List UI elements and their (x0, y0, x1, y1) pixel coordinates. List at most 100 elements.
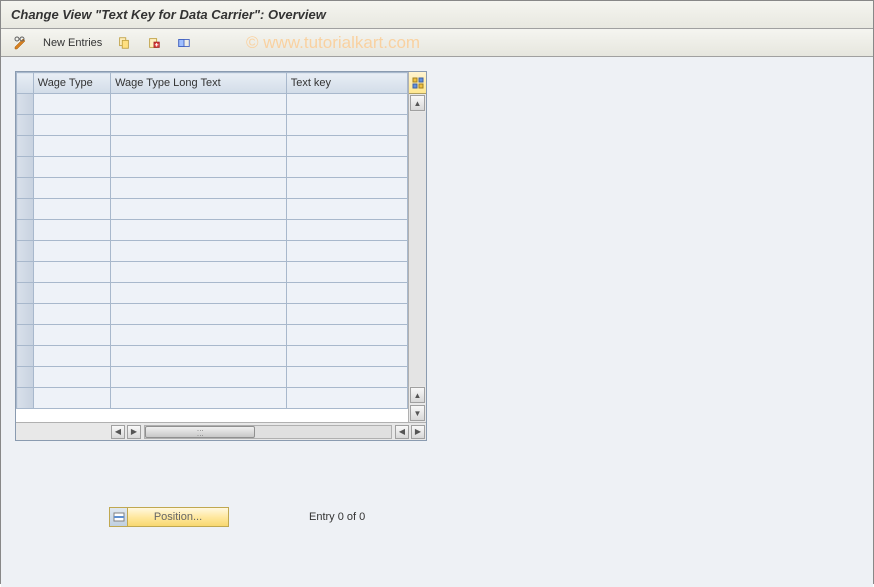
copy-icon (116, 35, 132, 51)
horizontal-scrollbar: ◀ ▶ ◀ ▶ (16, 422, 426, 440)
table-row (17, 346, 408, 367)
table-row (17, 388, 408, 409)
scroll-down-button[interactable]: ▲ (410, 387, 425, 403)
table-container: Wage Type Wage Type Long Text Text key ▲ (15, 71, 427, 441)
cell-text-key[interactable] (286, 220, 407, 241)
col-header-wage-long[interactable]: Wage Type Long Text (111, 73, 287, 94)
cell-wage-type-long[interactable] (111, 388, 287, 409)
cell-wage-type[interactable] (33, 199, 110, 220)
position-button[interactable]: Position... (109, 507, 229, 527)
cell-text-key[interactable] (286, 241, 407, 262)
cell-text-key[interactable] (286, 178, 407, 199)
cell-text-key[interactable] (286, 94, 407, 115)
cell-wage-type[interactable] (33, 367, 110, 388)
cell-text-key[interactable] (286, 262, 407, 283)
row-selector[interactable] (17, 94, 34, 115)
select-all-header[interactable] (17, 73, 34, 94)
delete-button[interactable] (142, 33, 166, 53)
scroll-up-button[interactable]: ▲ (410, 95, 425, 111)
hscroll-thumb[interactable] (145, 426, 255, 438)
cell-wage-type[interactable] (33, 136, 110, 157)
table-row (17, 283, 408, 304)
table-row (17, 367, 408, 388)
cell-wage-type[interactable] (33, 94, 110, 115)
row-selector[interactable] (17, 241, 34, 262)
row-selector[interactable] (17, 115, 34, 136)
cell-wage-type-long[interactable] (111, 325, 287, 346)
scroll-right-button[interactable]: ◀ (395, 425, 409, 439)
pencil-glasses-icon (13, 35, 29, 51)
cell-text-key[interactable] (286, 346, 407, 367)
cell-text-key[interactable] (286, 367, 407, 388)
cell-wage-type[interactable] (33, 115, 110, 136)
cell-wage-type-long[interactable] (111, 136, 287, 157)
cell-wage-type[interactable] (33, 262, 110, 283)
cell-wage-type[interactable] (33, 283, 110, 304)
delimit-icon (176, 35, 192, 51)
watermark-text: © www.tutorialkart.com (246, 33, 420, 53)
scroll-left2-button[interactable]: ▶ (127, 425, 141, 439)
row-selector[interactable] (17, 304, 34, 325)
toggle-change-button[interactable] (9, 33, 33, 53)
row-selector[interactable] (17, 325, 34, 346)
position-label: Position... (128, 511, 228, 523)
select-all-button[interactable] (172, 33, 196, 53)
cell-wage-type-long[interactable] (111, 304, 287, 325)
cell-text-key[interactable] (286, 157, 407, 178)
row-selector[interactable] (17, 346, 34, 367)
cell-wage-type[interactable] (33, 178, 110, 199)
delete-icon (146, 35, 162, 51)
footer-section: Position... Entry 0 of 0 (109, 507, 365, 527)
cell-wage-type[interactable] (33, 325, 110, 346)
cell-wage-type-long[interactable] (111, 283, 287, 304)
row-selector[interactable] (17, 220, 34, 241)
row-selector[interactable] (17, 199, 34, 220)
cell-wage-type-long[interactable] (111, 199, 287, 220)
scroll-right2-button[interactable]: ▶ (411, 425, 425, 439)
cell-wage-type-long[interactable] (111, 178, 287, 199)
table-row (17, 304, 408, 325)
cell-text-key[interactable] (286, 136, 407, 157)
row-selector[interactable] (17, 388, 34, 409)
cell-wage-type-long[interactable] (111, 94, 287, 115)
copy-button[interactable] (112, 33, 136, 53)
row-selector[interactable] (17, 178, 34, 199)
scroll-bottom-button[interactable]: ▼ (410, 405, 425, 421)
cell-text-key[interactable] (286, 325, 407, 346)
col-header-text-key[interactable]: Text key (286, 73, 407, 94)
row-selector[interactable] (17, 367, 34, 388)
scroll-left-button[interactable]: ◀ (111, 425, 125, 439)
cell-wage-type[interactable] (33, 157, 110, 178)
cell-text-key[interactable] (286, 199, 407, 220)
entry-count-text: Entry 0 of 0 (309, 511, 365, 523)
cell-wage-type-long[interactable] (111, 220, 287, 241)
cell-wage-type[interactable] (33, 388, 110, 409)
cell-wage-type-long[interactable] (111, 115, 287, 136)
hscroll-track[interactable] (144, 425, 392, 439)
row-selector[interactable] (17, 157, 34, 178)
cell-wage-type[interactable] (33, 304, 110, 325)
vscroll-track[interactable] (409, 112, 426, 386)
row-selector[interactable] (17, 262, 34, 283)
new-entries-button[interactable]: New Entries (39, 35, 106, 51)
table-row (17, 115, 408, 136)
cell-text-key[interactable] (286, 115, 407, 136)
cell-wage-type-long[interactable] (111, 346, 287, 367)
table-row (17, 220, 408, 241)
cell-text-key[interactable] (286, 304, 407, 325)
cell-wage-type[interactable] (33, 220, 110, 241)
cell-wage-type-long[interactable] (111, 367, 287, 388)
cell-text-key[interactable] (286, 283, 407, 304)
cell-wage-type[interactable] (33, 346, 110, 367)
cell-text-key[interactable] (286, 388, 407, 409)
col-header-wage-type[interactable]: Wage Type (33, 73, 110, 94)
table-row (17, 94, 408, 115)
row-selector[interactable] (17, 283, 34, 304)
cell-wage-type[interactable] (33, 241, 110, 262)
cell-wage-type-long[interactable] (111, 262, 287, 283)
cell-wage-type-long[interactable] (111, 241, 287, 262)
row-selector[interactable] (17, 136, 34, 157)
toolbar: New Entries © www.tutorialkart.com (1, 29, 873, 57)
cell-wage-type-long[interactable] (111, 157, 287, 178)
table-settings-button[interactable] (409, 72, 426, 94)
